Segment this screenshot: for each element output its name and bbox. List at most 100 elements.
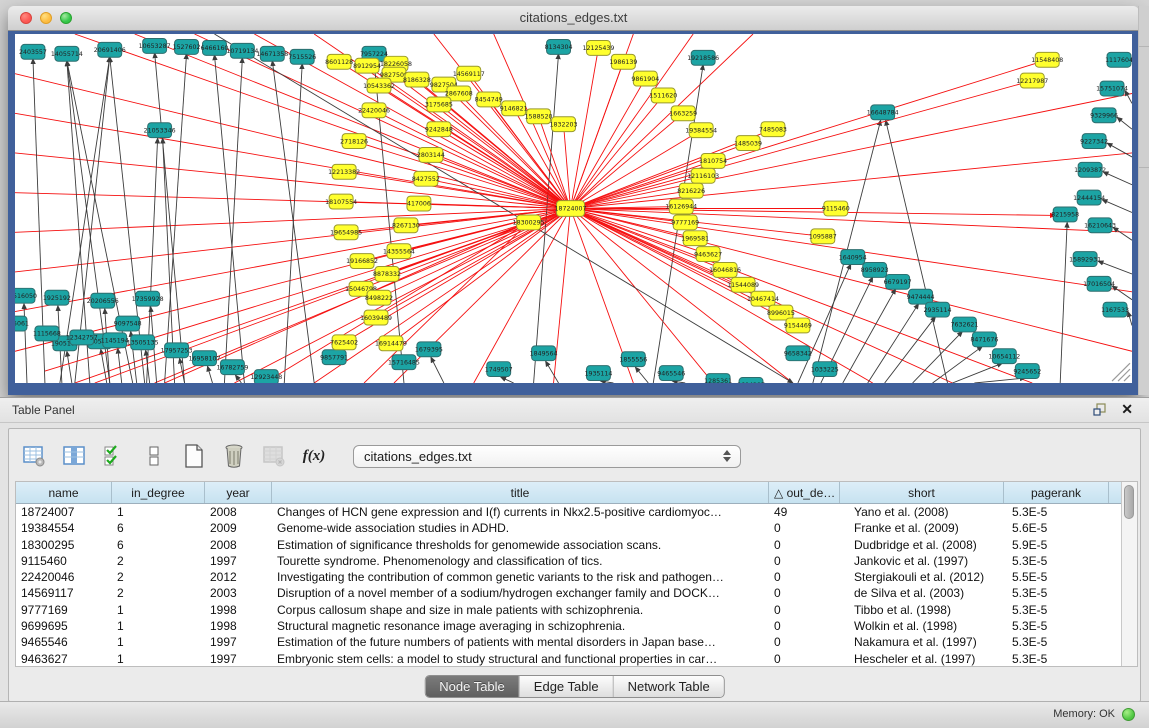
graph-node[interactable]: 9154469 [784,318,812,333]
vertical-scrollbar[interactable] [1121,482,1137,666]
table-settings-icon[interactable] [21,443,47,469]
graph-node[interactable]: 11544089 [727,277,759,292]
graph-node[interactable]: 1527602 [173,39,201,54]
network-canvas[interactable]: 2403557140557142069140610653287152760264… [15,34,1132,383]
select-functions-icon[interactable] [101,443,127,469]
graph-node[interactable]: 9658342 [784,346,812,361]
graph-node[interactable]: 9115460 [822,201,850,216]
column-header[interactable]: year [205,482,272,503]
table-row[interactable]: 969969511998Structural magnetic resonanc… [16,618,1122,634]
column-header[interactable]: title [272,482,769,503]
graph-node[interactable]: 21053346 [144,123,176,138]
column-header[interactable]: △ out_de… [769,482,840,503]
graph-node[interactable]: 1986139 [609,54,637,69]
graph-node[interactable]: 1969581 [681,231,709,246]
graph-node[interactable]: 19654985 [330,225,362,240]
graph-node[interactable]: 17016504 [1083,276,1115,291]
graph-node[interactable]: 1855556 [619,352,647,367]
graph-node[interactable]: 1117604 [1105,52,1132,67]
graph-node[interactable]: 9777169 [671,215,699,230]
scrollbar-thumb[interactable] [1124,485,1134,519]
graph-node[interactable]: 8958923 [861,263,889,278]
graph-node[interactable]: 14355564 [383,244,415,259]
graph-node[interactable]: 12213382 [328,164,360,179]
graph-node[interactable]: 12923448 [250,370,282,383]
graph-node[interactable]: 2516050 [15,288,37,303]
graph-node[interactable]: 9463627 [694,247,722,262]
graph-node[interactable]: 1832203 [550,117,578,132]
graph-node[interactable]: 8878332 [373,267,401,282]
column-header[interactable]: name [16,482,112,503]
window-titlebar[interactable]: citations_edges.txt [8,6,1139,31]
graph-node[interactable]: 2935114 [924,302,952,317]
graph-node[interactable]: 8134304 [545,39,573,54]
graph-node[interactable]: 18724007 [555,201,587,217]
graph-node[interactable]: 1679395 [415,342,443,357]
graph-node[interactable]: 8498222 [365,290,393,305]
table-row[interactable]: 1456911722003Disruption of a novel membe… [16,585,1122,601]
graph-node[interactable]: 20691406 [94,42,126,57]
graph-node[interactable]: 8912954 [353,58,381,73]
graph-node[interactable]: 7625402 [330,335,358,350]
graph-node[interactable]: 8427552 [412,171,440,186]
graph-node[interactable]: 1095887 [809,229,837,244]
graph-node[interactable]: 6679197 [884,274,912,289]
graph-node[interactable]: 2718126 [340,134,368,149]
graph-node[interactable]: 1511620 [649,88,677,103]
graph-node[interactable]: 10467414 [747,291,779,306]
graph-node[interactable]: 10653287 [139,38,171,53]
graph-node[interactable]: 16782759 [216,360,248,375]
graph-node[interactable]: 10719134 [226,43,258,58]
graph-node[interactable]: 1167533 [1101,302,1129,317]
graph-node[interactable]: 12342757 [66,330,98,345]
graph-node[interactable]: 18300295 [513,215,545,230]
float-panel-icon[interactable] [1093,403,1107,416]
graph-node[interactable]: 8186328 [403,72,431,87]
graph-node[interactable]: 12093872 [1074,162,1106,177]
tab-network-table[interactable]: Network Table [614,676,724,697]
graph-node[interactable]: 20206556 [87,293,119,308]
graph-node[interactable]: 1588520 [525,109,553,124]
graph-node[interactable]: 2403557 [19,44,47,59]
graph-node[interactable]: 1485039 [734,136,762,151]
graph-node[interactable]: 8454749 [475,92,503,107]
graph-node[interactable]: 14671358 [256,46,288,61]
graph-node[interactable]: 17359928 [132,291,164,306]
tab-node-table[interactable]: Node Table [425,676,520,697]
graph-node[interactable]: 19166852 [346,254,378,269]
graph-node[interactable]: 3175685 [425,97,453,112]
graph-node[interactable]: 9245652 [1013,364,1041,379]
graph-node[interactable]: 1849564 [530,346,558,361]
graph-node[interactable]: 9227342 [1080,134,1108,149]
graph-node[interactable]: 11548408 [1031,52,1063,67]
show-columns-icon[interactable] [61,443,87,469]
column-header[interactable]: in_degree [112,482,205,503]
new-table-icon[interactable] [181,443,207,469]
graph-node[interactable]: 13505135 [127,335,159,350]
close-panel-icon[interactable]: ✕ [1121,401,1133,417]
graph-node[interactable]: 15751074 [1096,81,1128,96]
graph-node[interactable]: 1663259 [669,106,697,121]
table-row[interactable]: 946554611997Estimation of the future num… [16,634,1122,650]
graph-node[interactable]: 19218586 [687,50,719,65]
graph-node[interactable]: 6466160 [201,40,229,55]
graph-node[interactable]: 9329966 [1090,108,1118,123]
graph-node[interactable]: 1640954 [839,250,867,265]
graph-node[interactable]: 16210643 [1084,218,1116,233]
graph-node[interactable]: 12116103 [687,168,719,183]
graph-node[interactable]: 15892931 [1069,252,1101,267]
graph-node[interactable]: 8471676 [970,332,998,347]
table-row[interactable]: 911546021997Tourette syndrome. Phenomeno… [16,553,1122,569]
graph-node[interactable]: 1810754 [699,153,727,168]
graph-node[interactable]: 417006 [407,196,431,211]
table-row[interactable]: 1872400712008Changes of HCN gene express… [16,504,1122,520]
table-row[interactable]: 946362711997Embryonic stem cells: a mode… [16,651,1122,667]
tab-edge-table[interactable]: Edge Table [520,676,614,697]
clear-selection-icon[interactable] [141,443,167,469]
graph-node[interactable]: 10543362 [363,78,395,93]
graph-node[interactable]: 8604297 [737,378,765,383]
graph-node[interactable]: 1033225 [811,362,839,377]
graph-node[interactable]: 10654112 [988,349,1020,364]
graph-node[interactable]: 15716485 [388,355,420,370]
graph-node[interactable]: 1925192 [43,290,71,305]
